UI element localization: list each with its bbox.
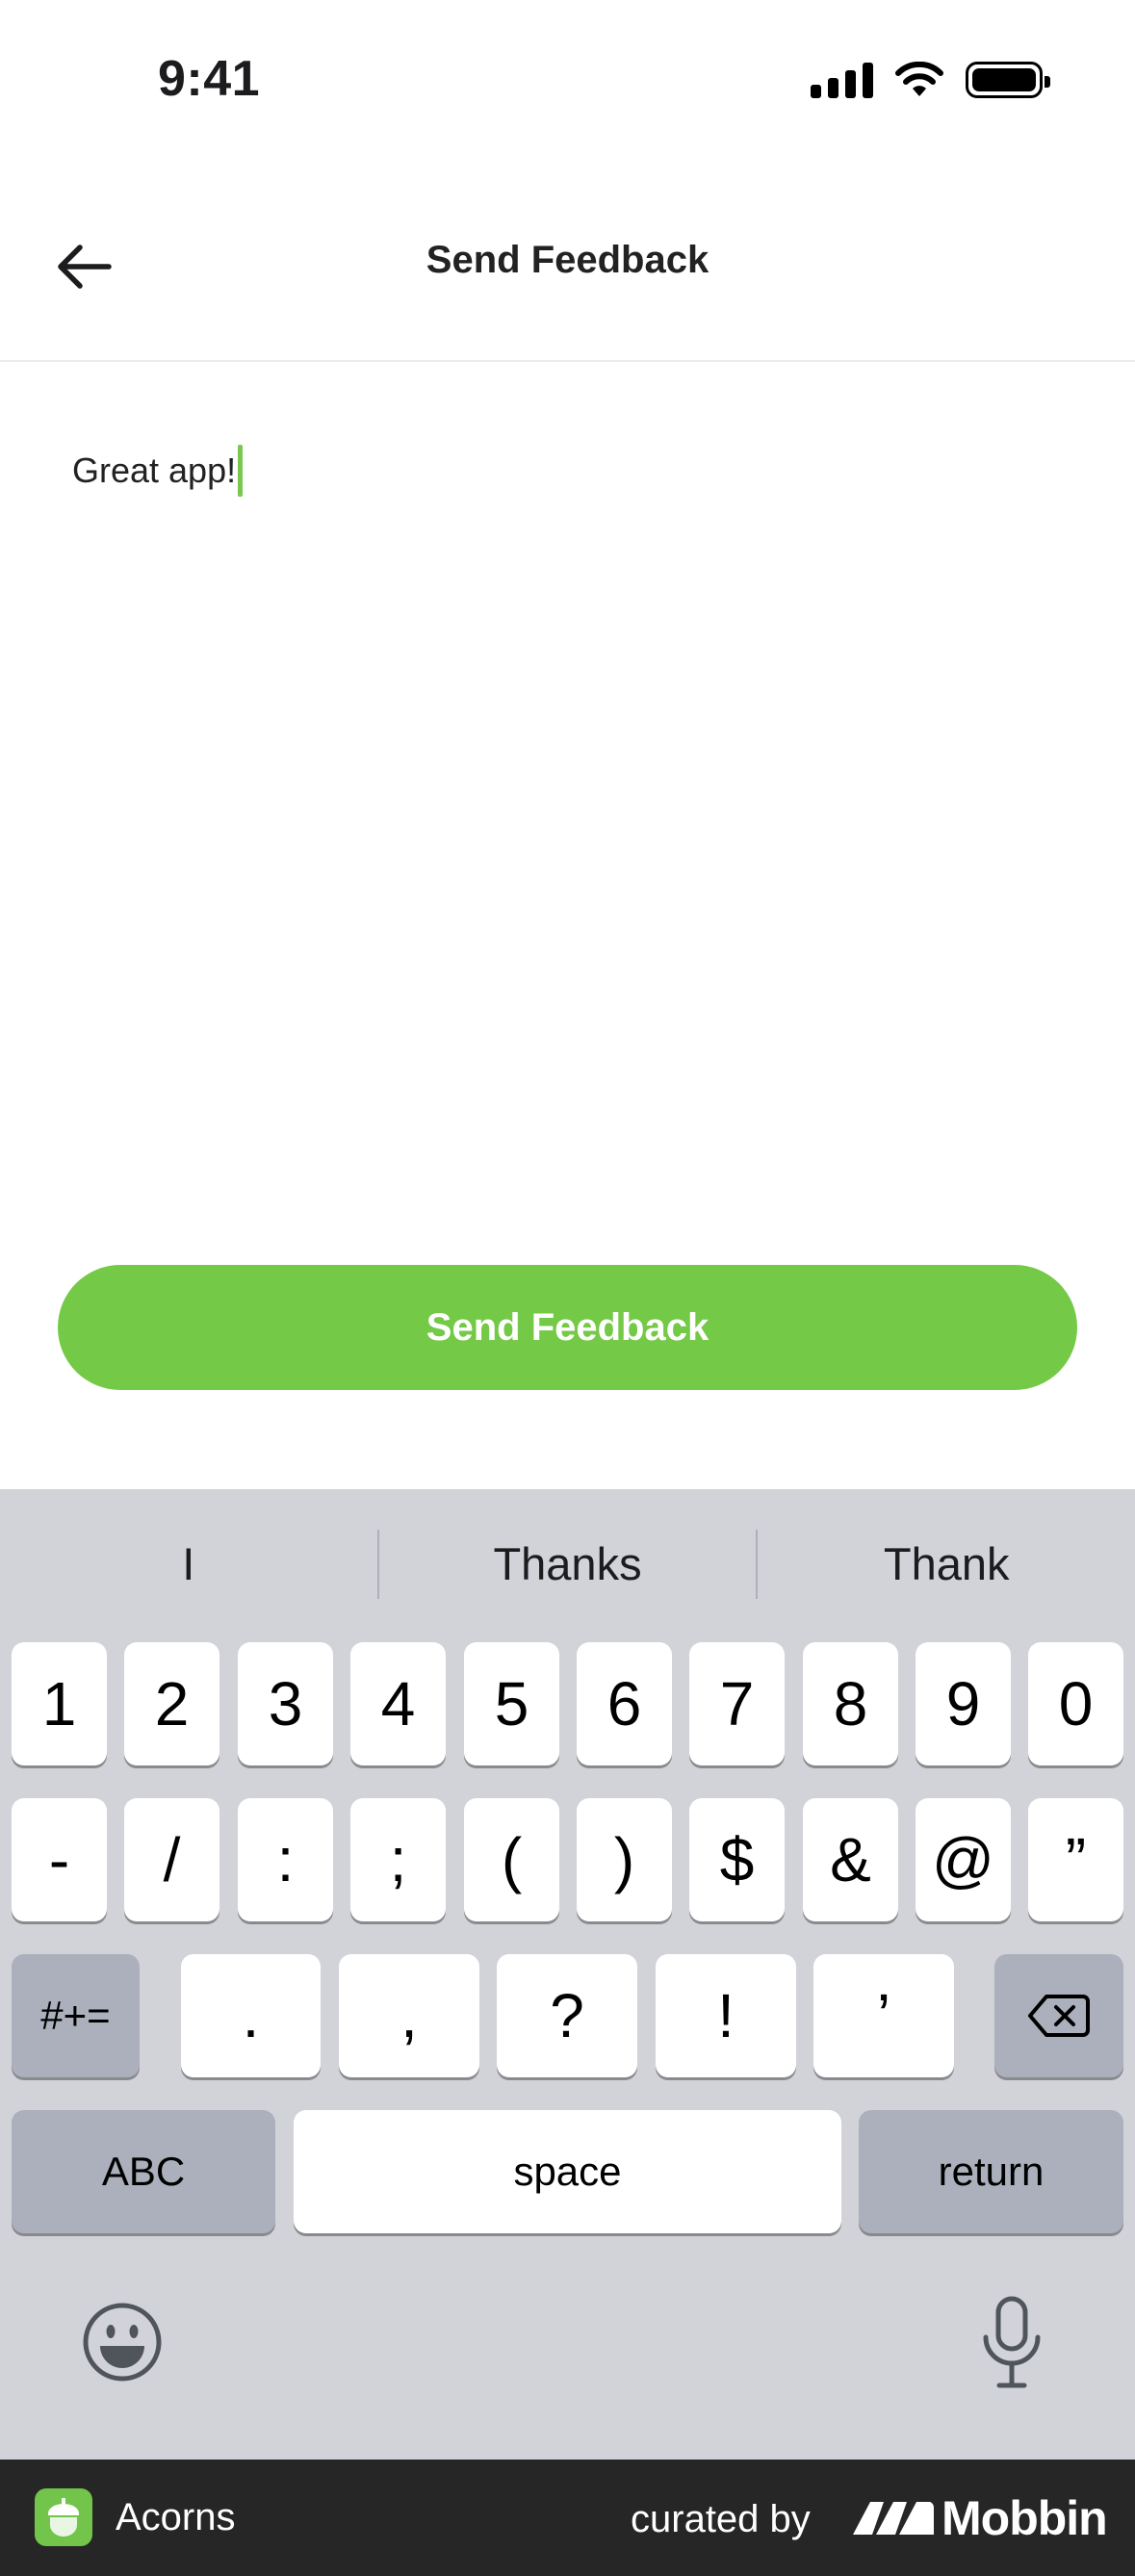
key[interactable]: !: [656, 1954, 796, 2077]
feedback-textarea[interactable]: Great app!: [72, 445, 244, 497]
key[interactable]: $: [689, 1798, 785, 1921]
text-cursor: [238, 445, 244, 497]
key[interactable]: ”: [1028, 1798, 1123, 1921]
key[interactable]: &: [803, 1798, 898, 1921]
symbols-toggle-key[interactable]: #+=: [12, 1954, 140, 2077]
wifi-icon: [895, 62, 943, 96]
key[interactable]: -: [12, 1798, 107, 1921]
backspace-icon: [1028, 1995, 1090, 2037]
microphone-icon[interactable]: [978, 2295, 1045, 2391]
key[interactable]: 3: [238, 1642, 333, 1765]
return-key[interactable]: return: [859, 2110, 1123, 2233]
key[interactable]: ): [577, 1798, 672, 1921]
key[interactable]: 5: [464, 1642, 559, 1765]
nav-header: Send Feedback: [0, 173, 1135, 362]
key[interactable]: ’: [813, 1954, 954, 2077]
footer-app-name: Acorns: [116, 2496, 236, 2538]
mobbin-logo-icon: [853, 2502, 935, 2535]
key[interactable]: 2: [124, 1642, 219, 1765]
key[interactable]: 0: [1028, 1642, 1123, 1765]
key[interactable]: ,: [339, 1954, 479, 2077]
status-icons: [811, 62, 1050, 98]
attribution-footer: Acorns curated by Mobbin: [0, 2460, 1135, 2576]
send-feedback-button[interactable]: Send Feedback: [58, 1265, 1077, 1390]
key[interactable]: 9: [916, 1642, 1011, 1765]
footer-curated-by: curated by: [631, 2498, 811, 2540]
suggestion-item[interactable]: Thank: [758, 1528, 1135, 1600]
key[interactable]: 4: [350, 1642, 446, 1765]
acorns-app-icon: [35, 2488, 92, 2546]
status-time: 9:41: [158, 51, 261, 107]
key[interactable]: ?: [497, 1954, 637, 2077]
key[interactable]: @: [916, 1798, 1011, 1921]
key[interactable]: ;: [350, 1798, 446, 1921]
suggestion-item[interactable]: I: [0, 1528, 377, 1600]
key[interactable]: 7: [689, 1642, 785, 1765]
key[interactable]: :: [238, 1798, 333, 1921]
battery-icon: [966, 62, 1050, 98]
abc-key[interactable]: ABC: [12, 2110, 275, 2233]
suggestion-item[interactable]: Thanks: [379, 1528, 757, 1600]
space-key[interactable]: space: [294, 2110, 841, 2233]
status-bar: 9:41: [0, 0, 1135, 164]
suggestion-bar: I Thanks Thank: [0, 1528, 1135, 1600]
page-title: Send Feedback: [426, 239, 709, 281]
acorn-icon: [48, 2498, 79, 2537]
emoji-icon[interactable]: [81, 2301, 164, 2383]
key[interactable]: 8: [803, 1642, 898, 1765]
delete-key[interactable]: [994, 1954, 1123, 2077]
key[interactable]: /: [124, 1798, 219, 1921]
key[interactable]: (: [464, 1798, 559, 1921]
cellular-signal-icon: [811, 62, 873, 98]
key[interactable]: .: [181, 1954, 321, 2077]
feedback-text: Great app!: [72, 451, 237, 490]
footer-brand: Mobbin: [942, 2491, 1108, 2545]
key[interactable]: 6: [577, 1642, 672, 1765]
key[interactable]: 1: [12, 1642, 107, 1765]
